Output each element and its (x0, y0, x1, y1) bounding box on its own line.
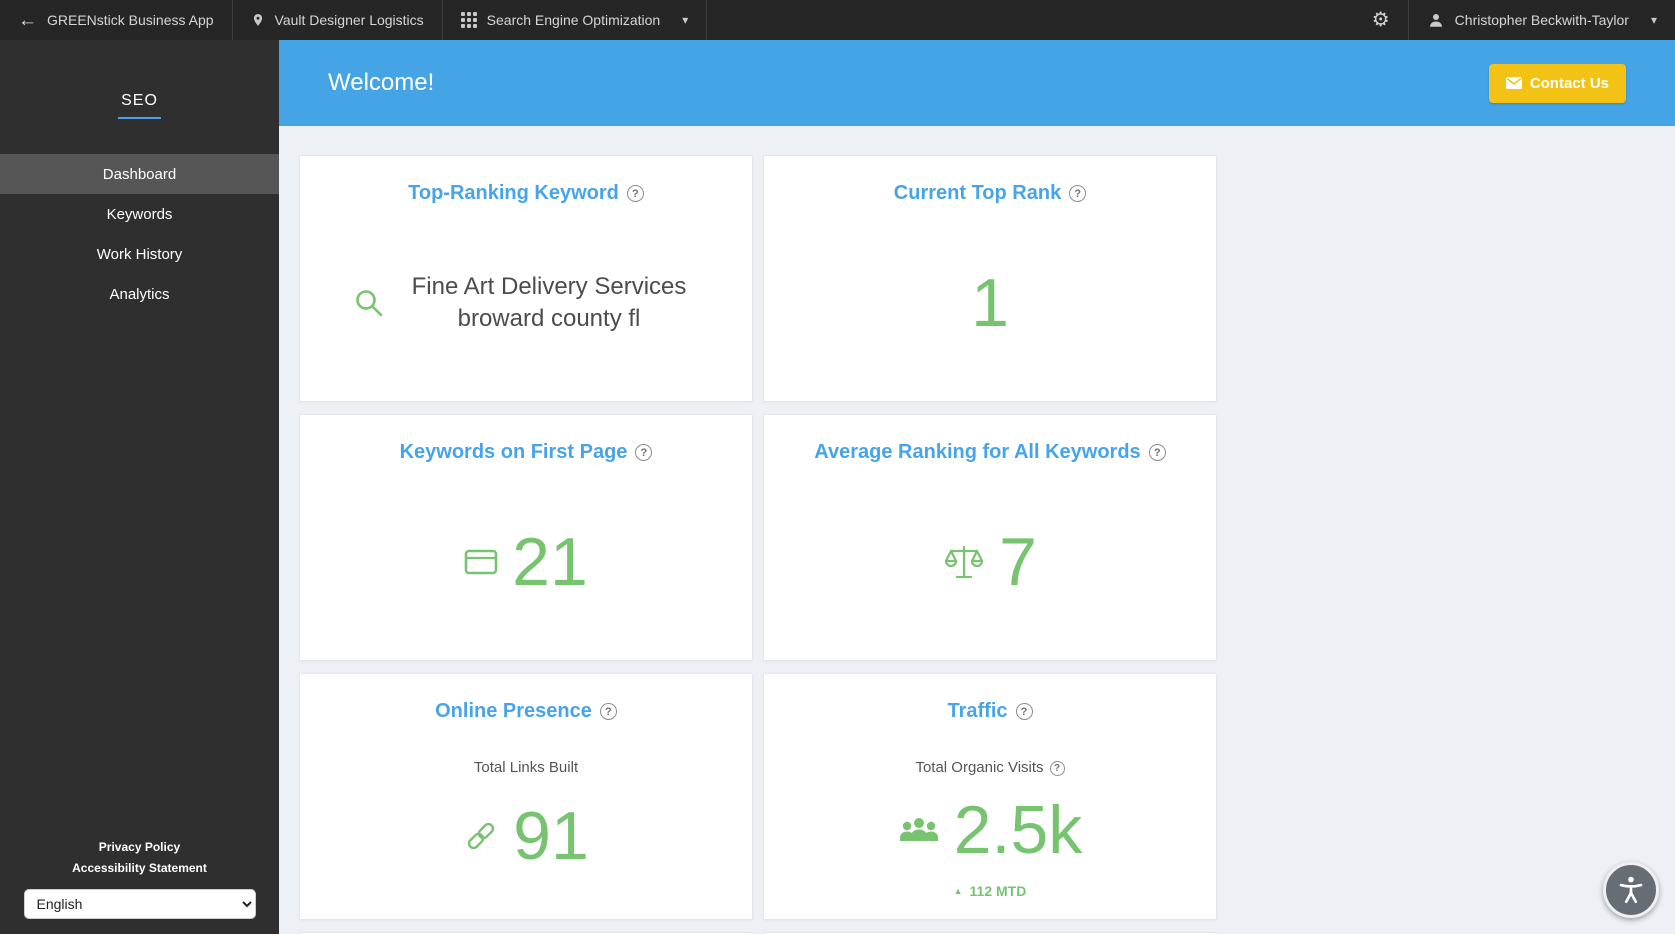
help-icon[interactable]: ? (1016, 703, 1033, 720)
first-page-keywords-value: 21 (512, 528, 588, 596)
envelope-icon (1506, 77, 1522, 89)
sidebar-title: SEO (118, 92, 161, 119)
help-icon[interactable]: ? (627, 185, 644, 202)
user-name: Christopher Beckwith-Taylor (1455, 12, 1629, 28)
chevron-down-icon: ▾ (1651, 13, 1657, 27)
user-icon (1427, 11, 1445, 29)
settings-button[interactable]: ⚙ (1354, 0, 1408, 40)
traffic-delta: ▲ 112 MTD (954, 883, 1027, 899)
search-icon (353, 287, 385, 319)
card-title: Top-Ranking Keyword (408, 182, 619, 205)
contact-us-button[interactable]: Contact Us (1489, 64, 1626, 103)
topbar: ← GREENstick Business App Vault Designer… (0, 0, 1675, 40)
accessibility-widget-button[interactable] (1603, 862, 1659, 918)
browser-window-icon (464, 549, 498, 575)
card-keywords-first-page: Keywords on First Page ? 21 (299, 414, 753, 661)
card-top-ranking-keyword: Top-Ranking Keyword ? Fine Art Delivery … (299, 155, 753, 402)
app-title: GREENstick Business App (47, 12, 214, 28)
card-subtitle: Total Organic Visits (915, 759, 1043, 776)
cards-grid: Top-Ranking Keyword ? Fine Art Delivery … (299, 155, 1675, 934)
people-icon (898, 815, 940, 845)
sidebar-item-dashboard[interactable]: Dashboard (0, 154, 279, 194)
card-subtitle: Total Links Built (474, 759, 578, 776)
module-label: Search Engine Optimization (487, 12, 661, 28)
traffic-delta-value: 112 MTD (970, 883, 1027, 899)
main-content: Welcome! Contact Us Top-Ranking Keyword … (279, 40, 1675, 934)
privacy-policy-link[interactable]: Privacy Policy (0, 840, 279, 854)
card-title: Current Top Rank (894, 182, 1061, 205)
topbar-divider (706, 0, 707, 40)
help-icon[interactable]: ? (1050, 761, 1065, 776)
up-arrow-icon: ▲ (954, 887, 963, 896)
card-online-presence: Online Presence ? Total Links Built 91 (299, 673, 753, 920)
card-average-ranking: Average Ranking for All Keywords ? 7 (763, 414, 1217, 661)
average-ranking-value: 7 (999, 528, 1037, 596)
card-title: Average Ranking for All Keywords (814, 441, 1140, 464)
apps-grid-icon (461, 12, 477, 28)
help-icon[interactable]: ? (1069, 185, 1086, 202)
sidebar-item-keywords[interactable]: Keywords (0, 194, 279, 234)
balance-scale-icon (943, 542, 985, 582)
sidebar-nav: Dashboard Keywords Work History Analytic… (0, 154, 279, 314)
sidebar-footer: Privacy Policy Accessibility Statement E… (0, 833, 279, 934)
card-title: Keywords on First Page (400, 441, 628, 464)
help-icon[interactable]: ? (600, 703, 617, 720)
gear-icon[interactable]: ⚙ (1372, 10, 1390, 30)
location-label: Vault Designer Logistics (275, 12, 424, 28)
sidebar: SEO Dashboard Keywords Work History Anal… (0, 40, 279, 934)
link-icon (463, 818, 499, 854)
sidebar-item-analytics[interactable]: Analytics (0, 274, 279, 314)
card-current-top-rank: Current Top Rank ? 1 (763, 155, 1217, 402)
organic-visits-value: 2.5k (954, 796, 1083, 864)
accessibility-icon (1615, 874, 1647, 906)
back-arrow-icon[interactable]: ← (18, 11, 37, 30)
card-traffic: Traffic ? Total Organic Visits ? (763, 673, 1217, 920)
accessibility-statement-link[interactable]: Accessibility Statement (0, 861, 279, 875)
back-button[interactable]: ← GREENstick Business App (0, 0, 232, 40)
location-pin-icon (251, 11, 265, 29)
location-selector[interactable]: Vault Designer Logistics (233, 0, 442, 40)
help-icon[interactable]: ? (635, 444, 652, 461)
card-title: Traffic (947, 700, 1007, 723)
contact-us-label: Contact Us (1530, 75, 1609, 92)
links-built-value: 91 (513, 802, 589, 870)
help-icon[interactable]: ? (1149, 444, 1166, 461)
module-selector[interactable]: Search Engine Optimization ▾ (443, 0, 707, 40)
top-keyword-value: Fine Art Delivery Services broward count… (399, 271, 699, 336)
card-title: Online Presence (435, 700, 592, 723)
topbar-right: ⚙ Christopher Beckwith-Taylor ▾ (1354, 0, 1675, 40)
user-menu[interactable]: Christopher Beckwith-Taylor ▾ (1409, 0, 1675, 40)
chevron-down-icon: ▾ (682, 13, 688, 27)
welcome-banner: Welcome! Contact Us (279, 40, 1675, 126)
welcome-text: Welcome! (328, 69, 434, 97)
top-rank-value: 1 (971, 269, 1009, 337)
language-select[interactable]: English (24, 889, 256, 919)
sidebar-item-work-history[interactable]: Work History (0, 234, 279, 274)
